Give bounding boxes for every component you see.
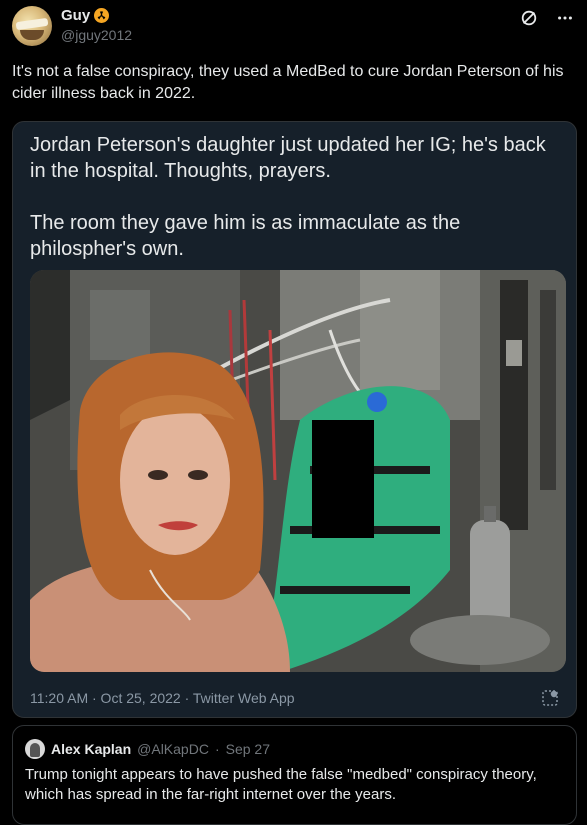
- quoted-post-meta[interactable]: 11:20 AM · Oct 25, 2022 · Twitter Web Ap…: [30, 690, 295, 706]
- tweet-header: Guy @jguy2012: [12, 6, 575, 50]
- bottom-quote-text: Trump tonight appears to have pushed the…: [25, 766, 537, 803]
- name-row: Guy: [61, 7, 110, 24]
- bottom-quote-separator: ·: [214, 741, 220, 757]
- slash-circle-icon[interactable]: [519, 8, 539, 28]
- user-handle[interactable]: @jguy2012: [61, 27, 132, 43]
- hospital-room-photo[interactable]: [30, 270, 566, 672]
- bottom-quote-avatar: [25, 739, 45, 759]
- alt-text-icon[interactable]: [540, 688, 560, 708]
- bottom-quoted-post[interactable]: Alex Kaplan @AlKapDC · Sep 27 Trump toni…: [12, 725, 577, 825]
- more-icon[interactable]: [555, 8, 575, 28]
- radioactive-icon: [94, 8, 110, 23]
- bottom-quote-header: Alex Kaplan @AlKapDC · Sep 27: [25, 739, 270, 759]
- quoted-paragraph-2: The room they gave him is as immaculate …: [30, 212, 461, 260]
- tweet-text: It's not a false conspiracy, they used a…: [12, 63, 564, 102]
- user-avatar[interactable]: [12, 6, 52, 46]
- quoted-post-text: Jordan Peterson's daughter just updated …: [30, 132, 550, 262]
- bottom-quote-name: Alex Kaplan: [51, 741, 132, 757]
- bottom-quote-date: Sep 27: [225, 741, 270, 757]
- quoted-post-card[interactable]: Jordan Peterson's daughter just updated …: [12, 121, 577, 718]
- bottom-quote-handle: @AlKapDC: [137, 741, 209, 757]
- quoted-paragraph-1: Jordan Peterson's daughter just updated …: [30, 134, 546, 182]
- display-name[interactable]: Guy: [61, 7, 90, 24]
